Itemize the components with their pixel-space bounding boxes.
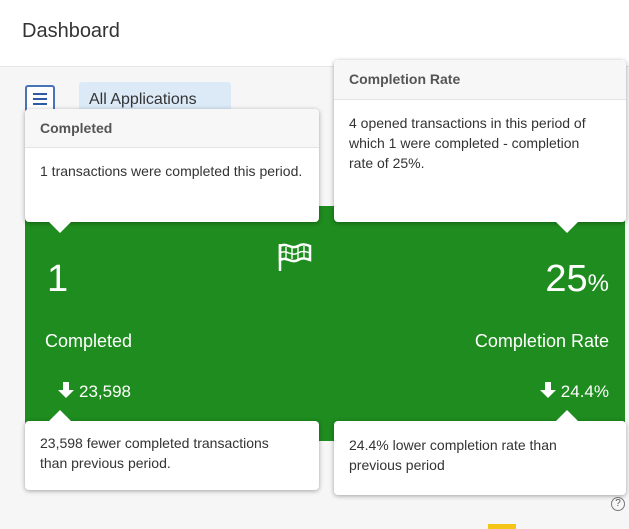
help-icon[interactable]: ? <box>611 497 625 511</box>
hamburger-icon <box>33 93 47 95</box>
completed-label: Completed <box>45 331 133 351</box>
completed-tooltip-body: 1 transactions were completed this perio… <box>40 163 303 179</box>
completion-rate-delta-value: 24.4% <box>560 382 609 401</box>
completion-rate-unit: % <box>587 270 609 297</box>
page-header: Dashboard <box>0 0 629 67</box>
yellow-indicator <box>488 524 516 529</box>
hamburger-icon-line <box>33 98 47 100</box>
completion-rate-label: Completion Rate <box>474 331 609 351</box>
completed-tooltip-title: Completed <box>25 109 319 148</box>
completion-rate-tooltip-body: 4 opened transactions in this period of … <box>349 115 586 171</box>
completion-rate-delta-tooltip-body: 24.4% lower completion rate than previou… <box>349 437 557 473</box>
arrow-down-icon <box>58 382 74 398</box>
completed-delta-tooltip: 23,598 fewer completed transactions than… <box>25 410 319 490</box>
completion-rate-delta: 24.4% <box>539 381 609 402</box>
all-applications-label: All Applications <box>89 91 197 108</box>
arrow-down-icon <box>539 382 556 398</box>
completed-value: 1 <box>47 258 69 300</box>
completed-delta-tooltip-body: 23,598 fewer completed transactions than… <box>40 435 269 471</box>
page-title: Dashboard <box>22 20 120 42</box>
completed-delta-value: 23,598 <box>79 382 131 401</box>
tooltip-pointer <box>49 410 71 421</box>
flag-icon <box>278 243 312 271</box>
tooltip-pointer <box>49 222 71 233</box>
completion-rate-delta-tooltip: 24.4% lower completion rate than previou… <box>334 410 626 495</box>
completion-kpi-card: 1 25% Completed Completion Rate 23,598 2… <box>25 206 625 441</box>
completion-rate-tooltip: Completion Rate 4 opened transactions in… <box>334 60 626 233</box>
completion-rate-number: 25 <box>545 258 588 300</box>
tooltip-pointer <box>556 222 578 233</box>
completed-tooltip: Completed 1 transactions were completed … <box>25 109 319 233</box>
hamburger-icon-line <box>33 103 47 105</box>
completed-delta: 23,598 <box>57 381 131 402</box>
completion-rate-value: 25% <box>545 258 609 301</box>
completion-rate-tooltip-title: Completion Rate <box>334 60 626 100</box>
tooltip-pointer <box>556 410 578 421</box>
